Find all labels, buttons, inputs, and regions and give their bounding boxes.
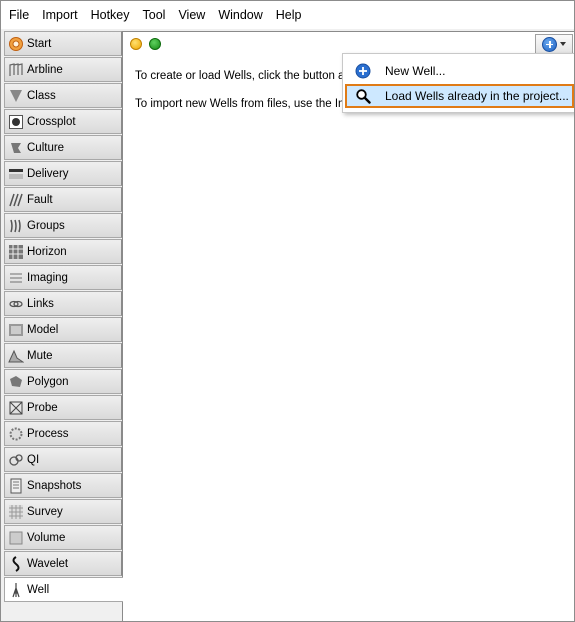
sidebar-item-links[interactable]: Links bbox=[4, 291, 122, 316]
delivery-icon bbox=[8, 166, 24, 182]
sidebar-item-label: QI bbox=[27, 453, 40, 466]
sidebar-item-label: Groups bbox=[27, 219, 65, 232]
sidebar-item-label: Well bbox=[27, 583, 50, 596]
add-well-dropdown: New Well... Load Wells already in the pr… bbox=[342, 53, 574, 113]
sidebar-item-snapshots[interactable]: Snapshots bbox=[4, 473, 122, 498]
sidebar-item-survey[interactable]: Survey bbox=[4, 499, 122, 524]
green-status-dot[interactable] bbox=[149, 38, 161, 50]
plus-circle-icon bbox=[355, 63, 371, 79]
chevron-down-icon bbox=[560, 42, 566, 46]
sidebar: Start Arbline Class Crossplot Culture Deliver… bbox=[4, 31, 123, 621]
class-icon bbox=[8, 88, 24, 104]
sidebar-item-label: Snapshots bbox=[27, 479, 82, 492]
sidebar-item-well[interactable]: Well bbox=[4, 577, 123, 602]
sidebar-item-label: Class bbox=[27, 89, 56, 102]
menubar: File Import Hotkey Tool View Window Help bbox=[1, 1, 574, 29]
sidebar-item-imaging[interactable]: Imaging bbox=[4, 265, 122, 290]
sidebar-item-label: Volume bbox=[27, 531, 66, 544]
sidebar-item-label: Horizon bbox=[27, 245, 67, 258]
sidebar-item-label: Arbline bbox=[27, 63, 63, 76]
add-well-button[interactable] bbox=[535, 34, 573, 54]
main-panel: To create or load Wells, click the butto… bbox=[122, 31, 574, 621]
volume-icon bbox=[8, 530, 24, 546]
menu-view[interactable]: View bbox=[172, 1, 212, 29]
sidebar-item-label: Wavelet bbox=[27, 557, 69, 570]
imaging-icon bbox=[8, 270, 24, 286]
sidebar-item-wavelet[interactable]: Wavelet bbox=[4, 551, 122, 576]
probe-icon bbox=[8, 400, 24, 416]
menu-item-load-wells[interactable]: Load Wells already in the project... bbox=[345, 84, 574, 108]
app-window: File Import Hotkey Tool View Window Help… bbox=[0, 0, 575, 622]
model-icon bbox=[8, 322, 24, 338]
menu-window[interactable]: Window bbox=[212, 1, 269, 29]
sidebar-item-label: Links bbox=[27, 297, 54, 310]
process-icon bbox=[8, 426, 24, 442]
horizon-icon bbox=[8, 244, 24, 260]
sidebar-item-label: Model bbox=[27, 323, 59, 336]
menu-item-label: New Well... bbox=[385, 64, 446, 78]
sidebar-item-label: Imaging bbox=[27, 271, 68, 284]
sidebar-item-fault[interactable]: Fault bbox=[4, 187, 122, 212]
sidebar-item-label: Survey bbox=[27, 505, 63, 518]
sidebar-item-label: Fault bbox=[27, 193, 53, 206]
sidebar-item-label: Polygon bbox=[27, 375, 69, 388]
sidebar-item-volume[interactable]: Volume bbox=[4, 525, 122, 550]
sidebar-item-label: Process bbox=[27, 427, 69, 440]
start-icon bbox=[8, 36, 24, 52]
groups-icon bbox=[8, 218, 24, 234]
menu-help[interactable]: Help bbox=[270, 1, 309, 29]
sidebar-item-class[interactable]: Class bbox=[4, 83, 122, 108]
plus-circle-icon bbox=[542, 36, 557, 52]
sidebar-item-model[interactable]: Model bbox=[4, 317, 122, 342]
crossplot-icon bbox=[8, 114, 24, 130]
sidebar-item-qi[interactable]: QI bbox=[4, 447, 122, 472]
import-hint: To import new Wells from files, use the … bbox=[135, 98, 348, 110]
sidebar-item-label: Delivery bbox=[27, 167, 69, 180]
mute-icon bbox=[8, 348, 24, 364]
menu-item-label: Load Wells already in the project... bbox=[385, 89, 569, 103]
survey-icon bbox=[8, 504, 24, 520]
sidebar-item-arbline[interactable]: Arbline bbox=[4, 57, 122, 82]
sidebar-item-crossplot[interactable]: Crossplot bbox=[4, 109, 122, 134]
magnifier-icon bbox=[355, 88, 371, 104]
sidebar-item-label: Mute bbox=[27, 349, 53, 362]
yellow-status-dot[interactable] bbox=[130, 38, 142, 50]
qi-icon bbox=[8, 452, 24, 468]
sidebar-item-label: Crossplot bbox=[27, 115, 76, 128]
sidebar-item-groups[interactable]: Groups bbox=[4, 213, 122, 238]
sidebar-item-label: Culture bbox=[27, 141, 65, 154]
links-icon bbox=[8, 296, 24, 312]
sidebar-item-label: Start bbox=[27, 37, 52, 50]
menu-file[interactable]: File bbox=[3, 1, 36, 29]
sidebar-item-culture[interactable]: Culture bbox=[4, 135, 122, 160]
menu-tool[interactable]: Tool bbox=[137, 1, 173, 29]
polygon-icon bbox=[8, 374, 24, 390]
sidebar-item-label: Probe bbox=[27, 401, 58, 414]
sidebar-item-mute[interactable]: Mute bbox=[4, 343, 122, 368]
sidebar-item-process[interactable]: Process bbox=[4, 421, 122, 446]
wavelet-icon bbox=[8, 555, 24, 572]
snapshots-icon bbox=[8, 478, 24, 494]
sidebar-item-delivery[interactable]: Delivery bbox=[4, 161, 122, 186]
culture-icon bbox=[8, 140, 24, 156]
menu-item-new-well[interactable]: New Well... bbox=[347, 59, 572, 83]
sidebar-item-horizon[interactable]: Horizon bbox=[4, 239, 122, 264]
sidebar-item-start[interactable]: Start bbox=[4, 31, 122, 56]
sidebar-item-polygon[interactable]: Polygon bbox=[4, 369, 122, 394]
menu-hotkey[interactable]: Hotkey bbox=[85, 1, 137, 29]
menu-import[interactable]: Import bbox=[36, 1, 84, 29]
well-icon bbox=[8, 582, 24, 598]
fault-icon bbox=[8, 192, 24, 208]
create-load-hint: To create or load Wells, click the butto… bbox=[135, 70, 348, 82]
arbline-icon bbox=[8, 62, 24, 78]
sidebar-item-probe[interactable]: Probe bbox=[4, 395, 122, 420]
